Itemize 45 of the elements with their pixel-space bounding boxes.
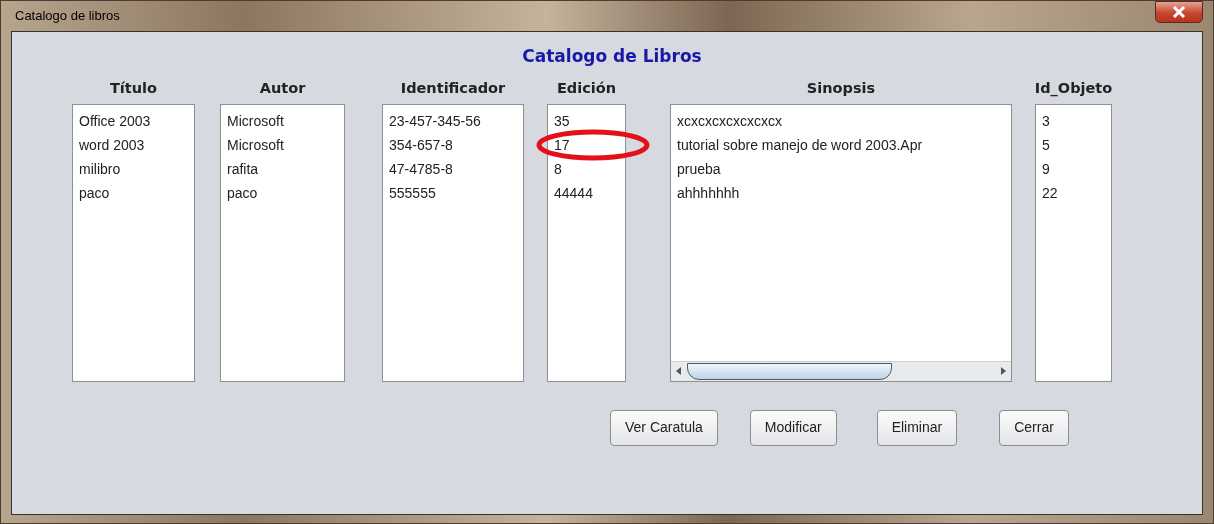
column-header: Id_Objeto	[1034, 78, 1113, 99]
list-box[interactable]: 23-457-345-56 354-657-8 47-4785-8 555555	[382, 103, 524, 382]
dialog-heading: Catalogo de Libros	[521, 45, 703, 68]
list-item[interactable]: 9	[1042, 156, 1105, 181]
list-item[interactable]: 5	[1042, 132, 1105, 157]
column-header: Sinopsis	[806, 78, 876, 98]
list-item[interactable]: 8	[554, 156, 619, 181]
list-box[interactable]: Microsoft Microsoft rafita paco	[220, 103, 345, 382]
column-header: Identificador	[400, 78, 506, 98]
list-item[interactable]: rafita	[227, 156, 338, 181]
list-item[interactable]: word 2003	[79, 132, 188, 157]
close-icon	[1172, 6, 1186, 18]
list-item[interactable]: 47-4785-8	[389, 156, 517, 181]
list-item[interactable]: 354-657-8	[389, 132, 517, 157]
list-box[interactable]: xcxcxcxcxcxcxcx tutorial sobre manejo de word 2003.Apr prueba ahhhhhhh	[670, 103, 1012, 382]
list-item[interactable]: tutorial sobre manejo de word 2003.Apr	[677, 132, 1005, 157]
list-item[interactable]: 35	[554, 108, 619, 133]
list-item[interactable]: 23-457-345-56	[389, 108, 517, 133]
dialog-button[interactable]: Cerrar	[999, 409, 1069, 446]
list-item[interactable]: 22	[1042, 180, 1105, 205]
list-item[interactable]: Microsoft	[227, 132, 338, 157]
column-header: Autor	[259, 78, 306, 98]
dialog-button[interactable]: Eliminar	[876, 409, 958, 446]
dialog-button[interactable]: Ver Caratula	[610, 409, 718, 446]
list-item[interactable]: prueba	[677, 156, 1005, 181]
list-item[interactable]: milibro	[79, 156, 188, 181]
dialog-button[interactable]: Modificar	[749, 409, 837, 446]
list-item[interactable]: paco	[79, 180, 188, 205]
column-header: Título	[109, 78, 158, 98]
list-item[interactable]: 555555	[389, 180, 517, 205]
list-item[interactable]: xcxcxcxcxcxcxcx	[677, 108, 1005, 133]
list-box[interactable]: 3 5 9 22	[1035, 103, 1112, 382]
list-item[interactable]: Office 2003	[79, 108, 188, 133]
list-box[interactable]: Office 2003 word 2003 milibro paco	[72, 103, 195, 382]
list-item[interactable]: ahhhhhhh	[677, 180, 1005, 205]
close-button[interactable]	[1155, 1, 1203, 23]
horizontal-scrollbar[interactable]	[671, 360, 1011, 381]
window-title: Catalogo de libros	[14, 7, 121, 26]
scrollbar-thumb[interactable]	[687, 362, 892, 380]
list-item[interactable]: 3	[1042, 108, 1105, 133]
list-box[interactable]: 35 17 8 44444	[547, 103, 626, 382]
list-item[interactable]: Microsoft	[227, 108, 338, 133]
column-header: Edición	[556, 78, 617, 98]
list-item[interactable]: paco	[227, 180, 338, 205]
list-item[interactable]: 44444	[554, 180, 619, 205]
